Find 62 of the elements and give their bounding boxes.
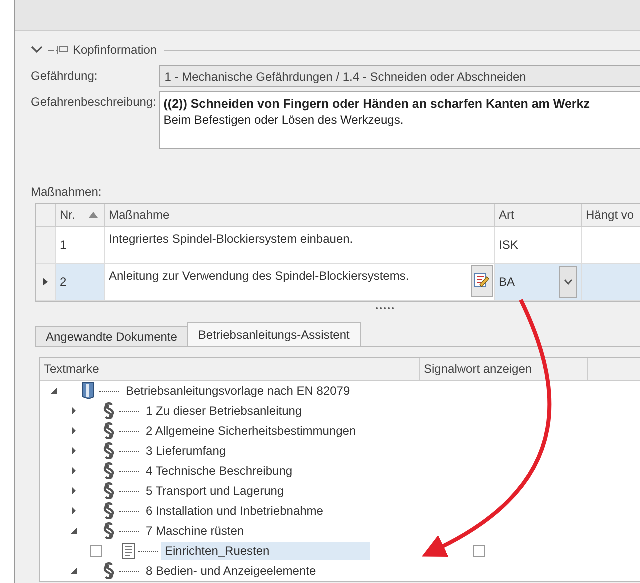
field-label: Gefährdung: bbox=[31, 68, 99, 85]
tree-item[interactable]: 4 Technische Beschreibung bbox=[142, 462, 297, 480]
tree-item[interactable]: 6 Installation und Inbetriebnahme bbox=[142, 502, 328, 520]
tree-item[interactable]: 8 Bedien- und Anzeigeelemente bbox=[142, 562, 320, 580]
table-cell: Integriertes Spindel-Blockiersystem einbauen. bbox=[109, 232, 354, 246]
row-indicator-icon bbox=[43, 278, 48, 286]
expander-icon[interactable] bbox=[70, 567, 78, 575]
hazard-combo-field[interactable]: 1 - Mechanische Gefährdungen / 1.4 - Schneiden oder Abschneiden bbox=[158, 65, 640, 87]
chevron-icon[interactable] bbox=[31, 44, 43, 56]
dropdown-button[interactable] bbox=[559, 266, 577, 298]
column-header[interactable]: Textmarke bbox=[40, 358, 420, 380]
section-sign-icon bbox=[102, 422, 116, 440]
section-sign-icon bbox=[102, 462, 116, 480]
sort-ascending-icon bbox=[89, 212, 98, 218]
table-cell: 1 bbox=[56, 227, 105, 263]
tree-item[interactable]: 5 Transport und Lagerung bbox=[142, 482, 288, 500]
expander-icon[interactable] bbox=[70, 447, 78, 455]
expander-icon[interactable] bbox=[70, 507, 78, 515]
section-sign-icon bbox=[102, 442, 116, 460]
tree-item[interactable]: 3 Lieferumfang bbox=[142, 442, 230, 460]
checkbox[interactable] bbox=[473, 545, 485, 557]
tree-item[interactable]: Einrichten_Ruesten bbox=[161, 542, 370, 560]
tree-item[interactable]: 2 Allgemeine Sicherheitsbestimmungen bbox=[142, 422, 360, 440]
expander-icon[interactable] bbox=[70, 487, 78, 495]
section-sign-icon bbox=[102, 522, 116, 540]
expander-icon[interactable] bbox=[50, 387, 58, 395]
tab[interactable]: Betriebsanleitungs-Assistent bbox=[187, 322, 361, 346]
document-icon bbox=[122, 543, 135, 559]
expander-icon[interactable] bbox=[70, 407, 78, 415]
row-indicator-cell[interactable] bbox=[36, 264, 56, 300]
description-field[interactable]: ((2)) Schneiden von Fingern oder Händen an scharfen Kanten am Werkz Beim Befestigen oder Lösen des Werkzeugs. bbox=[158, 91, 640, 149]
table-cell: Anleitung zur Verwendung des Spindel-Blockiersystems. bbox=[109, 269, 410, 283]
splitter-grip-icon[interactable] bbox=[374, 306, 394, 310]
section-sign-icon bbox=[102, 402, 116, 420]
column-header[interactable]: Nr. bbox=[56, 204, 105, 226]
expander-icon[interactable] bbox=[70, 527, 78, 535]
edit-icon bbox=[474, 273, 490, 289]
row-indicator-cell[interactable] bbox=[36, 227, 56, 263]
table-cell: ISK bbox=[499, 238, 518, 252]
measures-label: Maßnahmen: bbox=[31, 185, 103, 199]
edit-button[interactable] bbox=[471, 265, 493, 297]
caret-icon bbox=[564, 279, 572, 285]
table-cell: 2 bbox=[56, 264, 105, 300]
checkbox[interactable] bbox=[90, 545, 102, 557]
field-label: Gefahrenbeschreibung: bbox=[31, 94, 158, 111]
table-cell: BA bbox=[499, 275, 516, 289]
tree-item[interactable]: 7 Maschine rüsten bbox=[142, 522, 248, 540]
column-header[interactable]: Hängt vo bbox=[582, 204, 640, 226]
section-sign-icon bbox=[102, 482, 116, 500]
tree-item[interactable]: Betriebsanleitungsvorlage nach EN 82079 bbox=[122, 382, 354, 400]
group-title: Kopfinformation bbox=[73, 43, 158, 57]
column-header[interactable]: Signalwort anzeigen bbox=[420, 358, 588, 380]
book-icon bbox=[82, 382, 96, 400]
column-header[interactable]: Maßnahme bbox=[105, 204, 495, 226]
tree-item[interactable]: 1 Zu dieser Betriebsanleitung bbox=[142, 402, 306, 420]
expander-icon[interactable] bbox=[70, 427, 78, 435]
section-sign-icon bbox=[102, 502, 116, 520]
column-header[interactable]: Art bbox=[495, 204, 582, 226]
section-sign-icon bbox=[102, 562, 116, 580]
expander-icon[interactable] bbox=[70, 467, 78, 475]
pin-icon bbox=[48, 45, 70, 55]
tab[interactable]: Angewandte Dokumente bbox=[35, 326, 188, 346]
